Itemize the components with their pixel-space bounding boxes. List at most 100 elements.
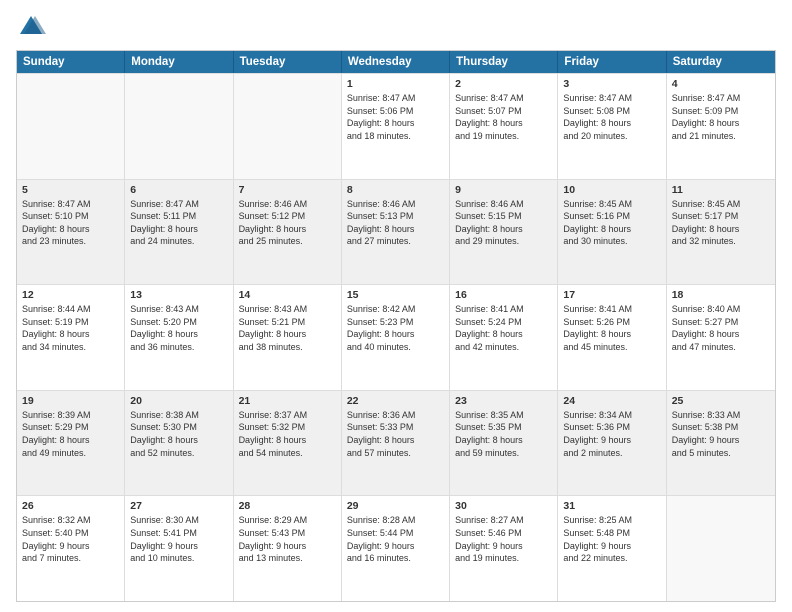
- day-number: 27: [130, 500, 227, 512]
- day-info: Sunrise: 8:43 AM Sunset: 5:20 PM Dayligh…: [130, 303, 227, 353]
- day-number: 3: [563, 78, 660, 90]
- day-cell-22: 22 Sunrise: 8:36 AM Sunset: 5:33 PM Dayli…: [342, 391, 450, 496]
- day-number: 16: [455, 289, 552, 301]
- day-cell-7: 7Sunrise: 8:46 AM Sunset: 5:12 PM Daylig…: [234, 180, 342, 285]
- day-cell-10: 10 Sunrise: 8:45 AM Sunset: 5:16 PM Dayli…: [558, 180, 666, 285]
- day-number: 29: [347, 500, 444, 512]
- day-info: Sunrise: 8:34 AM Sunset: 5:36 PM Dayligh…: [563, 409, 660, 459]
- calendar-header: SundayMondayTuesdayWednesdayThursdayFrid…: [17, 51, 775, 73]
- day-cell-31: 31 Sunrise: 8:25 AM Sunset: 5:48 PM Dayli…: [558, 496, 666, 601]
- day-number: 9: [455, 184, 552, 196]
- day-info: Sunrise: 8:46 AM Sunset: 5:13 PM Dayligh…: [347, 198, 444, 248]
- day-header-saturday: Saturday: [667, 51, 775, 73]
- day-number: 21: [239, 395, 336, 407]
- header: [16, 12, 776, 42]
- day-header-thursday: Thursday: [450, 51, 558, 73]
- day-number: 5: [22, 184, 119, 196]
- empty-cell: [234, 74, 342, 179]
- day-header-monday: Monday: [125, 51, 233, 73]
- day-info: Sunrise: 8:30 AM Sunset: 5:41 PM Dayligh…: [130, 514, 227, 564]
- day-info: Sunrise: 8:41 AM Sunset: 5:26 PM Dayligh…: [563, 303, 660, 353]
- day-cell-8: 8 Sunrise: 8:46 AM Sunset: 5:13 PM Daylig…: [342, 180, 450, 285]
- day-info: Sunrise: 8:32 AM Sunset: 5:40 PM Dayligh…: [22, 514, 119, 564]
- day-number: 12: [22, 289, 119, 301]
- day-header-sunday: Sunday: [17, 51, 125, 73]
- day-cell-28: 28Sunrise: 8:29 AM Sunset: 5:43 PM Dayli…: [234, 496, 342, 601]
- week-row-4: 19Sunrise: 8:39 AM Sunset: 5:29 PM Dayli…: [17, 390, 775, 496]
- day-info: Sunrise: 8:41 AM Sunset: 5:24 PM Dayligh…: [455, 303, 552, 353]
- day-info: Sunrise: 8:47 AM Sunset: 5:09 PM Dayligh…: [672, 92, 770, 142]
- day-cell-5: 5Sunrise: 8:47 AM Sunset: 5:10 PM Daylig…: [17, 180, 125, 285]
- week-row-1: 1 Sunrise: 8:47 AM Sunset: 5:06 PM Daylig…: [17, 73, 775, 179]
- day-header-friday: Friday: [558, 51, 666, 73]
- day-info: Sunrise: 8:37 AM Sunset: 5:32 PM Dayligh…: [239, 409, 336, 459]
- day-cell-14: 14 Sunrise: 8:43 AM Sunset: 5:21 PM Dayli…: [234, 285, 342, 390]
- day-number: 10: [563, 184, 660, 196]
- day-cell-9: 9 Sunrise: 8:46 AM Sunset: 5:15 PM Daylig…: [450, 180, 558, 285]
- calendar: SundayMondayTuesdayWednesdayThursdayFrid…: [16, 50, 776, 602]
- day-info: Sunrise: 8:46 AM Sunset: 5:15 PM Dayligh…: [455, 198, 552, 248]
- logo-icon: [16, 12, 46, 42]
- day-number: 28: [239, 500, 336, 512]
- day-cell-29: 29Sunrise: 8:28 AM Sunset: 5:44 PM Dayli…: [342, 496, 450, 601]
- calendar-body: 1 Sunrise: 8:47 AM Sunset: 5:06 PM Daylig…: [17, 73, 775, 601]
- day-info: Sunrise: 8:36 AM Sunset: 5:33 PM Dayligh…: [347, 409, 444, 459]
- day-number: 24: [563, 395, 660, 407]
- day-cell-2: 2Sunrise: 8:47 AM Sunset: 5:07 PM Daylig…: [450, 74, 558, 179]
- day-info: Sunrise: 8:43 AM Sunset: 5:21 PM Dayligh…: [239, 303, 336, 353]
- day-number: 14: [239, 289, 336, 301]
- day-info: Sunrise: 8:35 AM Sunset: 5:35 PM Dayligh…: [455, 409, 552, 459]
- day-number: 22: [347, 395, 444, 407]
- day-cell-15: 15 Sunrise: 8:42 AM Sunset: 5:23 PM Dayli…: [342, 285, 450, 390]
- day-cell-13: 13 Sunrise: 8:43 AM Sunset: 5:20 PM Dayli…: [125, 285, 233, 390]
- day-number: 20: [130, 395, 227, 407]
- day-info: Sunrise: 8:47 AM Sunset: 5:11 PM Dayligh…: [130, 198, 227, 248]
- empty-cell: [125, 74, 233, 179]
- empty-cell: [17, 74, 125, 179]
- day-info: Sunrise: 8:47 AM Sunset: 5:08 PM Dayligh…: [563, 92, 660, 142]
- day-cell-12: 12 Sunrise: 8:44 AM Sunset: 5:19 PM Dayli…: [17, 285, 125, 390]
- day-info: Sunrise: 8:25 AM Sunset: 5:48 PM Dayligh…: [563, 514, 660, 564]
- day-number: 31: [563, 500, 660, 512]
- day-cell-20: 20 Sunrise: 8:38 AM Sunset: 5:30 PM Dayli…: [125, 391, 233, 496]
- day-number: 26: [22, 500, 119, 512]
- day-info: Sunrise: 8:42 AM Sunset: 5:23 PM Dayligh…: [347, 303, 444, 353]
- day-cell-16: 16 Sunrise: 8:41 AM Sunset: 5:24 PM Dayli…: [450, 285, 558, 390]
- day-number: 25: [672, 395, 770, 407]
- day-number: 6: [130, 184, 227, 196]
- day-number: 7: [239, 184, 336, 196]
- day-number: 18: [672, 289, 770, 301]
- day-number: 15: [347, 289, 444, 301]
- week-row-5: 26 Sunrise: 8:32 AM Sunset: 5:40 PM Dayli…: [17, 495, 775, 601]
- day-info: Sunrise: 8:33 AM Sunset: 5:38 PM Dayligh…: [672, 409, 770, 459]
- day-info: Sunrise: 8:47 AM Sunset: 5:06 PM Dayligh…: [347, 92, 444, 142]
- day-cell-6: 6 Sunrise: 8:47 AM Sunset: 5:11 PM Daylig…: [125, 180, 233, 285]
- day-cell-27: 27 Sunrise: 8:30 AM Sunset: 5:41 PM Dayli…: [125, 496, 233, 601]
- day-info: Sunrise: 8:45 AM Sunset: 5:17 PM Dayligh…: [672, 198, 770, 248]
- day-cell-23: 23 Sunrise: 8:35 AM Sunset: 5:35 PM Dayli…: [450, 391, 558, 496]
- day-info: Sunrise: 8:40 AM Sunset: 5:27 PM Dayligh…: [672, 303, 770, 353]
- week-row-2: 5Sunrise: 8:47 AM Sunset: 5:10 PM Daylig…: [17, 179, 775, 285]
- day-number: 19: [22, 395, 119, 407]
- day-number: 4: [672, 78, 770, 90]
- day-number: 23: [455, 395, 552, 407]
- day-cell-1: 1 Sunrise: 8:47 AM Sunset: 5:06 PM Daylig…: [342, 74, 450, 179]
- day-number: 1: [347, 78, 444, 90]
- day-cell-4: 4 Sunrise: 8:47 AM Sunset: 5:09 PM Daylig…: [667, 74, 775, 179]
- day-cell-19: 19Sunrise: 8:39 AM Sunset: 5:29 PM Dayli…: [17, 391, 125, 496]
- day-number: 13: [130, 289, 227, 301]
- day-cell-11: 11Sunrise: 8:45 AM Sunset: 5:17 PM Dayli…: [667, 180, 775, 285]
- day-cell-25: 25 Sunrise: 8:33 AM Sunset: 5:38 PM Dayli…: [667, 391, 775, 496]
- day-info: Sunrise: 8:44 AM Sunset: 5:19 PM Dayligh…: [22, 303, 119, 353]
- day-cell-21: 21 Sunrise: 8:37 AM Sunset: 5:32 PM Dayli…: [234, 391, 342, 496]
- day-number: 17: [563, 289, 660, 301]
- day-info: Sunrise: 8:45 AM Sunset: 5:16 PM Dayligh…: [563, 198, 660, 248]
- week-row-3: 12 Sunrise: 8:44 AM Sunset: 5:19 PM Dayli…: [17, 284, 775, 390]
- day-header-tuesday: Tuesday: [234, 51, 342, 73]
- day-number: 8: [347, 184, 444, 196]
- day-number: 2: [455, 78, 552, 90]
- day-cell-30: 30Sunrise: 8:27 AM Sunset: 5:46 PM Dayli…: [450, 496, 558, 601]
- day-header-wednesday: Wednesday: [342, 51, 450, 73]
- day-cell-26: 26 Sunrise: 8:32 AM Sunset: 5:40 PM Dayli…: [17, 496, 125, 601]
- day-info: Sunrise: 8:38 AM Sunset: 5:30 PM Dayligh…: [130, 409, 227, 459]
